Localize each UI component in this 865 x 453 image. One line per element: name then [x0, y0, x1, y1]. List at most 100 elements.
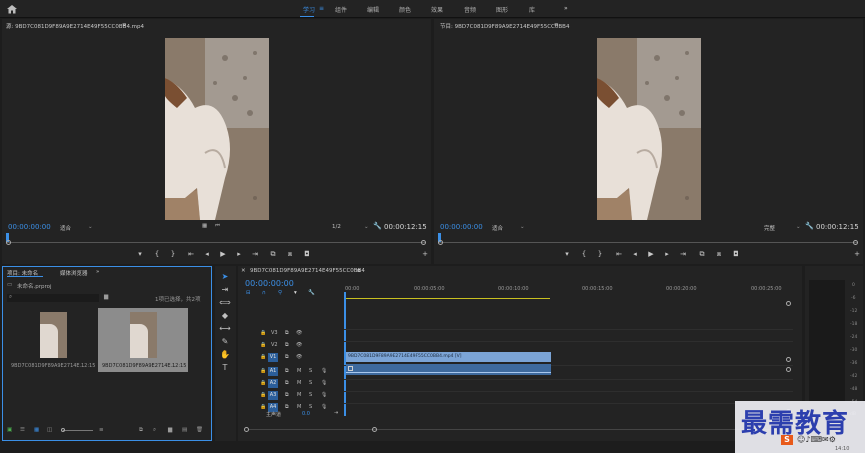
nest-icon[interactable]: ⊟ — [246, 290, 251, 296]
lift-icon[interactable]: ⧉ — [697, 250, 707, 259]
sequence-tab[interactable]: 9BD7C081D9F89A9E2714E49F55CC0BB4 — [250, 268, 365, 274]
program-scrubber[interactable] — [438, 242, 858, 243]
sync-lock-icon[interactable]: ⧉ — [285, 380, 289, 386]
program-quality-select[interactable]: 完整 — [764, 224, 775, 232]
source-drag-icon[interactable]: ⏮ — [215, 223, 220, 230]
mark-out-icon[interactable]: } — [168, 250, 178, 258]
go-to-end-icon[interactable]: ⇥ — [334, 410, 338, 416]
workspace-tab-color[interactable]: 颜色 — [399, 5, 411, 14]
eye-icon[interactable]: 👁 — [296, 330, 302, 336]
mic-icon[interactable]: 🎙 — [321, 368, 327, 374]
zoom-handle-left[interactable] — [438, 240, 443, 245]
zoom-handle-right[interactable] — [421, 240, 426, 245]
workspace-tab-editing[interactable]: 编辑 — [367, 5, 379, 14]
source-settings-icon[interactable]: ▦ — [202, 223, 207, 229]
timeline-horizontal-scroll[interactable] — [248, 429, 788, 430]
scroll-handle-left[interactable] — [244, 427, 249, 432]
lock-icon[interactable]: 🔒 — [260, 392, 266, 398]
close-icon[interactable]: ✕ — [241, 268, 246, 274]
hand-tool-icon[interactable]: ✋ — [219, 350, 231, 360]
mark-out-icon[interactable]: } — [595, 250, 605, 258]
step-forward-icon[interactable]: ▸ — [234, 250, 244, 258]
sync-lock-icon[interactable]: ⧉ — [285, 342, 289, 348]
timeline-timecode[interactable]: 00:00:00:00 — [245, 279, 294, 288]
go-to-out-icon[interactable]: ⇥ — [250, 250, 260, 258]
selection-tool-icon[interactable]: ➤ — [219, 272, 231, 282]
mute-button[interactable]: M — [297, 404, 301, 410]
zoom-handle-left[interactable] — [6, 240, 11, 245]
vertical-zoom-handle[interactable] — [786, 357, 791, 362]
lock-icon[interactable]: 🔒 — [260, 368, 266, 374]
source-playhead-timecode[interactable]: 00:00:00:00 — [8, 223, 51, 231]
tab-media-browser[interactable]: 媒体浏览器 — [60, 269, 88, 277]
ime-icon[interactable]: S — [781, 435, 793, 445]
extract-icon[interactable]: ⧈ — [714, 250, 724, 259]
work-area-bar[interactable] — [344, 298, 550, 299]
automate-sequence-icon[interactable]: ⧉ — [139, 427, 143, 434]
track-label-a1[interactable]: A1 — [268, 367, 278, 376]
mic-icon[interactable]: 🎙 — [321, 380, 327, 386]
solo-button[interactable]: S — [309, 368, 312, 374]
workspace-tab-libraries[interactable]: 库 — [529, 5, 535, 14]
freeform-view-icon[interactable]: ◫ — [47, 427, 52, 433]
workspace-tab-graphics[interactable]: 图形 — [496, 5, 508, 14]
vertical-zoom-handle[interactable] — [786, 301, 791, 306]
sync-lock-icon[interactable]: ⧉ — [285, 392, 289, 398]
play-icon[interactable]: ▶ — [646, 250, 656, 258]
project-search-input[interactable] — [7, 294, 99, 302]
track-label-a3[interactable]: A3 — [268, 391, 278, 400]
eye-icon[interactable]: 👁 — [296, 342, 302, 348]
source-fit-select[interactable]: 适合 — [60, 224, 71, 232]
camera-icon[interactable]: ◘ — [302, 250, 312, 258]
type-tool-icon[interactable]: T — [219, 363, 231, 373]
vertical-zoom-handle[interactable] — [786, 367, 791, 372]
workspace-tab-effects[interactable]: 效果 — [431, 5, 443, 14]
chevron-down-icon[interactable]: ⌄ — [796, 224, 801, 230]
trash-icon[interactable]: 🗑 — [196, 427, 203, 433]
solo-button[interactable]: S — [309, 380, 312, 386]
project-item-selected[interactable]: 9BD7C081D9F89A9E2714E... 12:15 — [98, 308, 188, 372]
step-back-icon[interactable]: ◂ — [630, 250, 640, 258]
more-panels-button[interactable]: » — [96, 269, 99, 275]
timeline-settings-icon[interactable]: 🔧 — [308, 290, 315, 296]
add-button-icon[interactable]: + — [420, 250, 430, 258]
add-marker-icon[interactable]: ▾ — [294, 290, 297, 296]
add-marker-icon[interactable]: ▾ — [562, 250, 572, 258]
sort-icon[interactable]: ≡ — [99, 427, 104, 433]
chevron-down-icon[interactable]: ⌄ — [364, 224, 369, 230]
step-forward-icon[interactable]: ▸ — [662, 250, 672, 258]
new-item-icon[interactable]: ▤ — [182, 427, 187, 433]
lock-icon[interactable]: 🔒 — [260, 354, 266, 360]
master-volume-value[interactable]: 0.0 — [302, 411, 310, 417]
lock-icon[interactable]: 🔒 — [260, 330, 266, 336]
panel-menu-icon[interactable]: ≡ — [122, 22, 127, 28]
icon-view-icon[interactable]: ▦ — [34, 427, 39, 433]
program-monitor-title[interactable]: 节目: 9BD7C081D9F89A9E2714E49F55CC0BB4 — [440, 22, 569, 30]
find-icon[interactable]: ⌕ — [153, 427, 156, 434]
folder-icon[interactable]: ▆ — [104, 294, 108, 300]
add-button-icon[interactable]: + — [852, 250, 862, 258]
add-marker-icon[interactable]: ▾ — [135, 250, 145, 258]
razor-tool-icon[interactable]: ◆ — [219, 311, 231, 321]
mute-button[interactable]: M — [297, 380, 301, 386]
chevron-down-icon[interactable]: ⌄ — [520, 224, 525, 230]
zoom-handle-right[interactable] — [853, 240, 858, 245]
solo-button[interactable]: S — [309, 404, 312, 410]
workspace-tab-learn[interactable]: 学习 — [303, 5, 315, 14]
chevron-down-icon[interactable]: ⌄ — [88, 224, 93, 230]
thumbnail-size-slider[interactable] — [63, 430, 93, 431]
lock-icon[interactable]: 🔒 — [260, 380, 266, 386]
mark-in-icon[interactable]: { — [579, 250, 589, 258]
solo-button[interactable]: S — [309, 392, 312, 398]
time-ruler[interactable]: 00:00 00:00:05:00 00:00:10:00 00:00:15:0… — [344, 280, 793, 302]
video-clip[interactable]: 9BD7C081D9F89A9E2714E49F55CC0BB4.mp4 [V] — [346, 352, 551, 362]
program-playhead-timecode[interactable]: 00:00:00:00 — [440, 223, 483, 231]
panel-menu-icon[interactable]: ≡ — [356, 268, 361, 274]
play-icon[interactable]: ▶ — [218, 250, 228, 258]
sync-lock-icon[interactable]: ⧉ — [285, 354, 289, 360]
track-label-a2[interactable]: A2 — [268, 379, 278, 388]
audio-clip[interactable] — [346, 364, 551, 375]
scroll-handle-right[interactable] — [372, 427, 377, 432]
snap-icon[interactable]: ∩ — [262, 290, 266, 296]
wrench-icon[interactable]: 🔧 — [805, 222, 814, 230]
